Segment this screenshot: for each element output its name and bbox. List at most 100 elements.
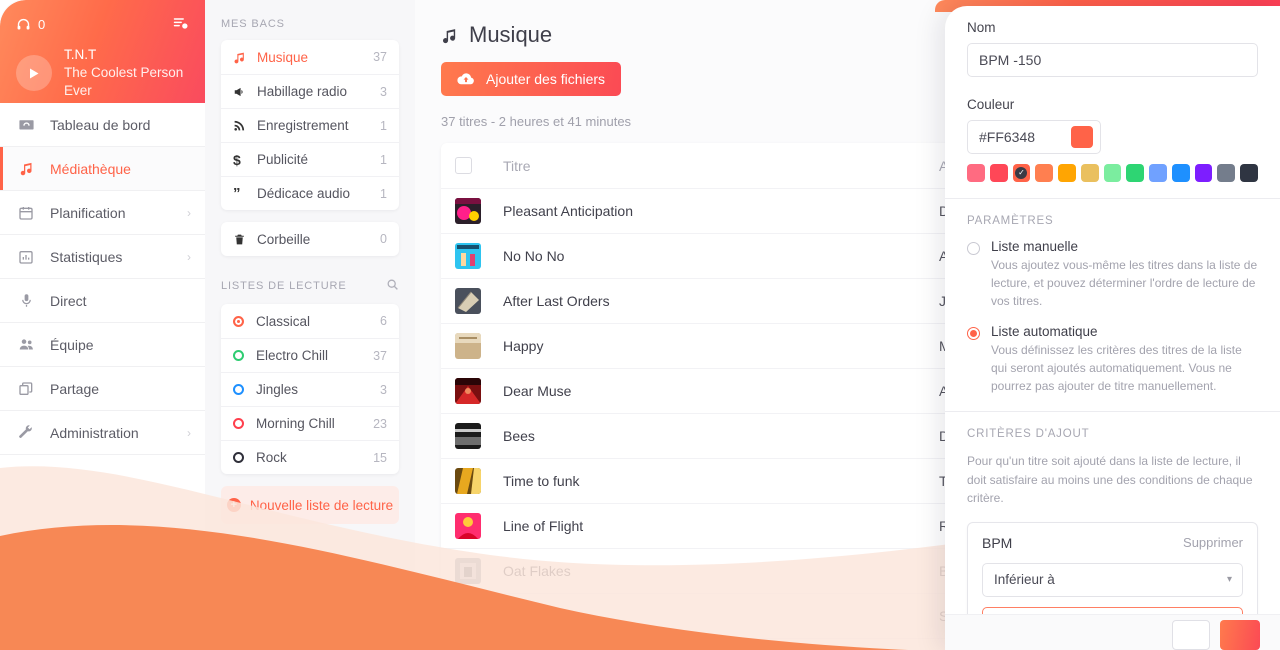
select-all-checkbox[interactable] (455, 157, 472, 174)
music-note-icon (233, 51, 253, 64)
album-art-cell (455, 468, 499, 494)
share-copy-icon (16, 381, 36, 397)
track-title: Time to funk (503, 473, 580, 489)
now-playing: T.N.T The Coolest Person Ever (16, 46, 189, 101)
sidebar-item-planification[interactable]: Planification › (0, 191, 205, 235)
color-swatch-8[interactable] (1149, 164, 1167, 182)
bin-item-count: 0 (380, 232, 387, 246)
new-playlist-label: Nouvelle liste de lecture (249, 497, 394, 513)
color-swatch-11[interactable] (1217, 164, 1236, 182)
color-swatch-4[interactable] (1058, 164, 1076, 182)
wrench-icon (16, 424, 36, 441)
settings-title: PARAMÈTRES (967, 215, 1054, 227)
color-preview-chip[interactable] (1071, 126, 1093, 148)
album-art-cell (455, 513, 499, 539)
album-art-cell (455, 423, 499, 449)
play-icon (30, 68, 39, 79)
sidebar-item-partage[interactable]: Partage (0, 367, 205, 411)
color-hex-value: #FF6348 (979, 129, 1036, 145)
playlist-item-count: 23 (373, 416, 387, 431)
bin-item-label: Corbeille (257, 231, 311, 247)
sidebar-nav: Tableau de bord Médiathèque Planificatio… (0, 103, 205, 455)
playlist-item-jingles[interactable]: Jingles 3 (221, 372, 399, 406)
sidebar-item-label: Planification (50, 204, 126, 221)
now-playing-text: T.N.T The Coolest Person Ever (64, 46, 189, 101)
playlist-item-rock[interactable]: Rock 15 (221, 440, 399, 474)
bins-section-title: MES BACS (221, 18, 399, 30)
color-swatch-1[interactable] (989, 164, 1008, 182)
save-button[interactable] (1220, 619, 1260, 650)
bin-item-count: 37 (373, 50, 387, 64)
playlist-item-morning-chill[interactable]: Morning Chill 23 (221, 406, 399, 440)
cancel-button[interactable] (1172, 619, 1210, 650)
bin-item-habillage-radio[interactable]: Habillage radio 3 (221, 74, 399, 108)
color-field[interactable]: #FF6348 (967, 120, 1101, 154)
playlist-color-dot (233, 350, 244, 361)
bin-item-publicite[interactable]: $ Publicité 1 (221, 142, 399, 176)
bin-item-musique[interactable]: Musique 37 (221, 40, 399, 74)
column-header-title[interactable]: Titre (499, 158, 939, 174)
color-swatch-3[interactable] (1035, 164, 1054, 182)
sidebar-item-tableau-de-bord[interactable]: Tableau de bord (0, 103, 205, 147)
playlist-item-electro-chill[interactable]: Electro Chill 37 (221, 338, 399, 372)
bin-item-corbeille[interactable]: Corbeille 0 (221, 222, 399, 256)
sidebar-item-label: Direct (50, 292, 87, 309)
panel-divider (945, 198, 1280, 199)
radio-liste-manuelle[interactable] (967, 242, 980, 255)
quote-icon: ” (233, 184, 241, 202)
sidebar-item-equipe[interactable]: Équipe (0, 323, 205, 367)
color-swatch-0[interactable] (967, 164, 985, 182)
sidebar-item-administration[interactable]: Administration › (0, 411, 205, 455)
option-liste-automatique[interactable]: Liste automatique Vous définissez les cr… (967, 324, 1258, 395)
color-swatch-12[interactable] (1240, 164, 1258, 182)
playlist-color-dot (233, 384, 244, 395)
playlist-item-label: Electro Chill (256, 348, 329, 363)
add-files-button[interactable]: Ajouter des fichiers (441, 62, 622, 96)
trash-card: Corbeille 0 (221, 222, 399, 256)
new-playlist-button[interactable]: + Nouvelle liste de lecture (221, 486, 399, 524)
name-input[interactable] (967, 43, 1258, 77)
bin-item-label: Enregistrement (257, 118, 349, 133)
track-title: Dear Muse (503, 383, 572, 399)
sidebar-item-label: Statistiques (50, 248, 123, 265)
dollar-icon: $ (233, 151, 241, 168)
track-title: Bees (503, 428, 535, 444)
radio-liste-automatique[interactable] (967, 327, 980, 340)
color-swatch-7[interactable] (1126, 164, 1145, 182)
album-art-cell (455, 333, 499, 359)
playlist-item-classical[interactable]: Classical 6 (221, 304, 399, 338)
sidebar-item-statistiques[interactable]: Statistiques › (0, 235, 205, 279)
color-swatch-9[interactable] (1171, 164, 1190, 182)
color-swatch-5[interactable] (1080, 164, 1099, 182)
album-art (455, 243, 481, 269)
music-note-icon (441, 27, 458, 44)
criterion-operator-select[interactable]: Inférieur à ▾ (982, 562, 1243, 597)
sidebar-item-mediatheque[interactable]: Médiathèque (0, 147, 205, 191)
search-icon[interactable] (386, 278, 399, 294)
sidebar-item-label: Médiathèque (50, 160, 131, 177)
color-swatch-6[interactable] (1103, 164, 1122, 182)
criteria-title: CRITÈRES D'AJOUT (967, 428, 1090, 440)
option-description: Vous ajoutez vous-même les titres dans l… (991, 258, 1258, 308)
playlist-item-count: 37 (373, 348, 387, 363)
name-label: Nom (967, 20, 996, 35)
bin-item-dedicace-audio[interactable]: ” Dédicace audio 1 (221, 176, 399, 210)
color-swatch-10[interactable] (1194, 164, 1213, 182)
sidebar-item-label: Tableau de bord (50, 116, 151, 133)
track-title: Pleasant Anticipation (503, 203, 633, 219)
criterion-delete-link[interactable]: Supprimer (1183, 535, 1243, 550)
option-liste-manuelle[interactable]: Liste manuelle Vous ajoutez vous-même le… (967, 239, 1258, 310)
bin-item-enregistrement[interactable]: Enregistrement 1 (221, 108, 399, 142)
playlist-item-label: Jingles (256, 382, 299, 397)
bin-item-label: Musique (257, 49, 309, 65)
play-button[interactable] (16, 55, 52, 92)
playlist-clock-icon[interactable] (172, 15, 189, 34)
sidebar-item-label: Équipe (50, 336, 94, 353)
sidebar-item-direct[interactable]: Direct (0, 279, 205, 323)
cloud-upload-icon (457, 72, 475, 86)
album-art-cell (455, 243, 499, 269)
album-art (455, 513, 481, 539)
calendar-icon (16, 205, 36, 221)
color-swatch-2[interactable] (1012, 164, 1031, 182)
album-art-cell (455, 558, 499, 584)
